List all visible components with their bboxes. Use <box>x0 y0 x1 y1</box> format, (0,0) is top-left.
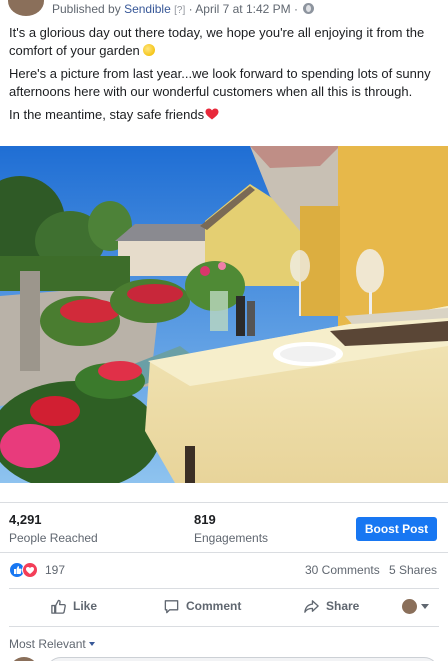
divider <box>0 502 448 503</box>
sun-emoji-icon <box>142 44 155 56</box>
chevron-down-icon <box>88 642 95 646</box>
divider <box>9 588 439 589</box>
post-insights: 4,291 People Reached 819 Engagements Boo… <box>0 504 448 550</box>
comments-count[interactable]: 30 Comments <box>305 563 380 577</box>
like-label: Like <box>73 599 98 613</box>
globe-icon[interactable] <box>303 3 315 14</box>
patio-photo-illustration <box>0 146 448 483</box>
share-arrow-icon <box>304 599 319 613</box>
people-reached-value[interactable]: 4,291 <box>9 512 42 527</box>
post-paragraph: It's a glorious day out there today, we … <box>9 24 441 60</box>
post-paragraph-text: Here's a picture from last year...we loo… <box>9 66 431 99</box>
comment-icon <box>164 599 179 613</box>
post-paragraph-text: It's a glorious day out there today, we … <box>9 25 425 58</box>
engagements-value[interactable]: 819 <box>194 512 216 527</box>
divider <box>0 552 448 553</box>
heart-emoji-icon <box>205 108 219 120</box>
comment-sort-dropdown[interactable]: Most Relevant <box>9 637 95 651</box>
comment-sort-label: Most Relevant <box>9 637 86 651</box>
account-switcher[interactable] <box>402 598 429 614</box>
meta-separator: · <box>188 2 193 16</box>
post-header: Published by Sendible [?] · April 7 at 1… <box>0 0 448 18</box>
comment-label: Comment <box>186 599 242 613</box>
reaction-count[interactable]: 197 <box>45 563 65 577</box>
post-text: It's a glorious day out there today, we … <box>9 24 441 129</box>
reactions-bar: 197 30 Comments 5 Shares <box>0 556 448 582</box>
boost-post-button[interactable]: Boost Post <box>356 517 437 541</box>
post-meta: Published by Sendible [?] · April 7 at 1… <box>52 2 315 16</box>
share-button[interactable]: Share <box>303 590 359 622</box>
share-label: Share <box>326 599 360 613</box>
post-paragraph: Here's a picture from last year...we loo… <box>9 65 441 101</box>
comment-composer <box>0 653 448 661</box>
like-button[interactable]: Like <box>50 590 97 622</box>
post-date[interactable]: April 7 at 1:42 PM <box>195 2 290 16</box>
chevron-down-icon <box>421 603 429 609</box>
post-actions: Like Comment Share <box>0 590 448 622</box>
meta-separator: · <box>294 2 298 16</box>
love-reaction-icon <box>22 562 38 578</box>
divider <box>9 626 439 627</box>
author-link[interactable]: Sendible <box>124 2 171 16</box>
published-by-label: Published by <box>52 2 121 16</box>
post-paragraph-text: In the meantime, stay safe friends <box>9 107 205 122</box>
thumbs-up-icon <box>51 599 66 614</box>
shares-count[interactable]: 5 Shares <box>389 563 437 577</box>
reaction-icons[interactable] <box>9 562 43 578</box>
commenter-avatar <box>9 657 39 661</box>
post-photo[interactable] <box>0 146 448 483</box>
author-flag[interactable]: [?] <box>174 5 185 16</box>
comment-input[interactable] <box>46 657 439 661</box>
account-avatar <box>402 598 417 614</box>
engagements-label: Engagements <box>194 531 269 545</box>
post-paragraph: In the meantime, stay safe friends <box>9 106 441 124</box>
page-avatar[interactable] <box>8 0 44 16</box>
comment-button[interactable]: Comment <box>163 590 241 622</box>
people-reached-label: People Reached <box>9 531 98 545</box>
